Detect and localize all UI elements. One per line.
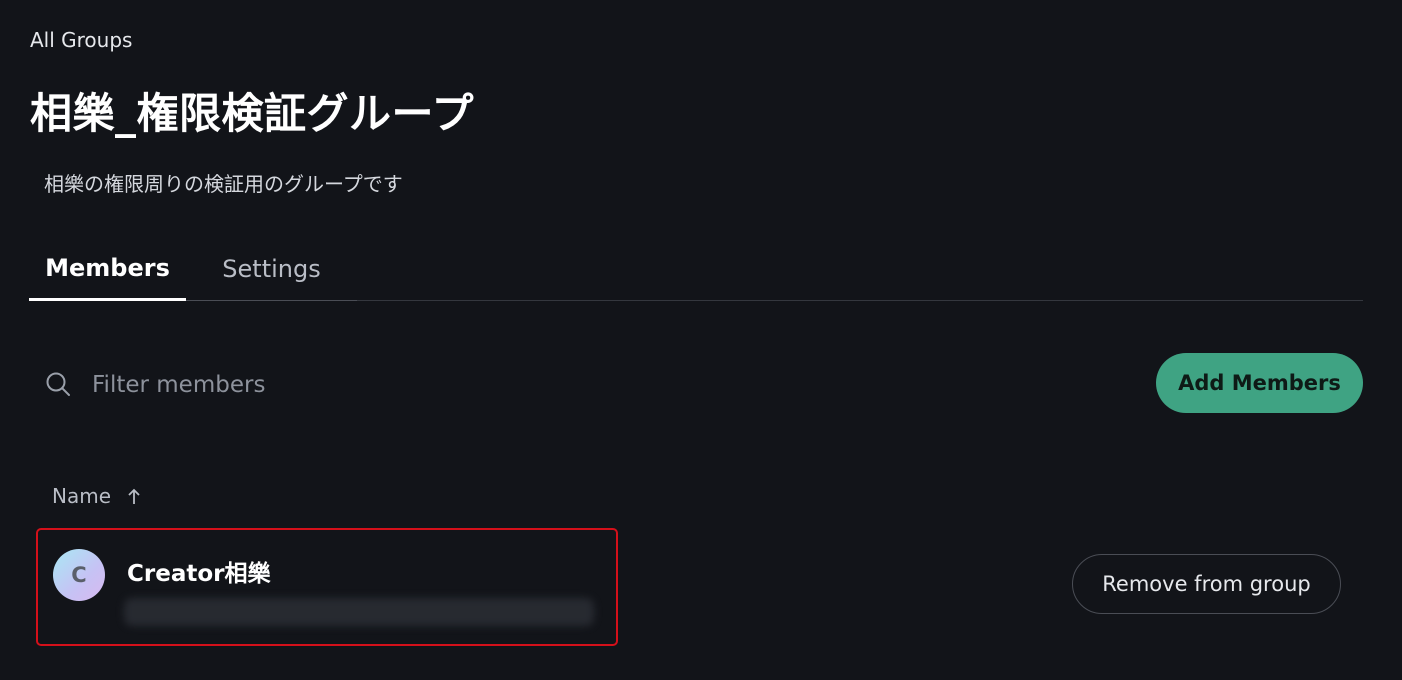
remove-from-group-button[interactable]: Remove from group [1072,554,1341,614]
member-name: Creator相樂 [127,561,271,587]
column-header-label: Name [52,484,112,508]
member-search [44,360,604,410]
tab-bar: Members Settings [29,238,1363,301]
search-icon [44,370,74,400]
arrow-up-icon [127,487,141,505]
column-header-name[interactable]: Name [52,484,141,508]
member-email-redacted [124,598,594,626]
page-title: 相樂_権限検証グループ [30,89,474,138]
tab-members[interactable]: Members [29,238,186,301]
tab-settings[interactable]: Settings [186,238,357,301]
member-row[interactable]: C Creator相樂 [36,528,618,646]
add-members-button[interactable]: Add Members [1156,353,1363,413]
group-description: 相樂の権限周りの検証用のグループです [44,172,403,196]
breadcrumb-all-groups[interactable]: All Groups [30,28,132,52]
search-input[interactable] [92,372,572,398]
avatar: C [53,549,105,601]
